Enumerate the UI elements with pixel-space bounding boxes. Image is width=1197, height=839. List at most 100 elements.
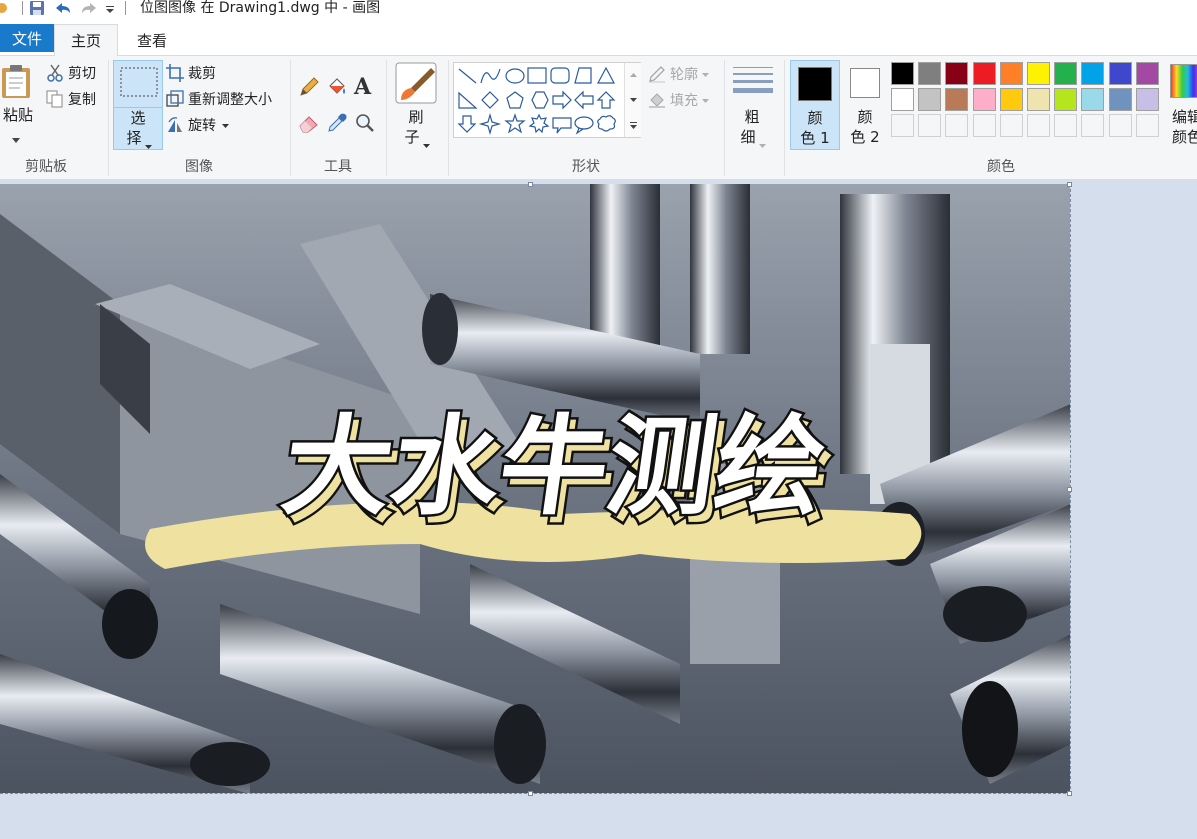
- group-divider: [724, 60, 725, 176]
- colors-group-label: 颜色: [987, 159, 1015, 175]
- app-icon[interactable]: [0, 1, 10, 15]
- text-icon[interactable]: A: [354, 74, 371, 100]
- palette-custom-slot[interactable]: [891, 114, 914, 137]
- canvas-resize-handle-top[interactable]: [528, 182, 533, 187]
- tools-group-label: 工具: [324, 159, 352, 175]
- outline-button[interactable]: 轮廓: [648, 64, 709, 84]
- title-bar: 位图图像 在 Drawing1.dwg 中 - 画图: [0, 0, 1197, 20]
- size-button[interactable]: 粗 细: [730, 60, 776, 152]
- pencil-icon[interactable]: [298, 76, 320, 102]
- group-divider: [386, 60, 387, 176]
- palette-swatch[interactable]: [1108, 88, 1132, 111]
- crop-button[interactable]: 裁剪: [166, 63, 216, 83]
- palette-swatch[interactable]: [918, 88, 942, 111]
- palette-custom-slot[interactable]: [1135, 114, 1159, 137]
- select-button[interactable]: 选 择: [113, 60, 163, 150]
- eraser-icon[interactable]: [298, 112, 320, 138]
- outline-pencil-icon: [648, 65, 666, 83]
- tab-view[interactable]: 查看: [126, 24, 178, 57]
- palette-custom-slot[interactable]: [972, 114, 996, 137]
- drawing-canvas[interactable]: 大水牛测绘 大水牛测绘: [0, 184, 1071, 794]
- chevron-down-icon: [702, 92, 709, 108]
- canvas-resize-handle-top-right[interactable]: [1067, 182, 1072, 187]
- save-icon[interactable]: [29, 0, 47, 16]
- color1-button[interactable]: 颜 色 1: [790, 60, 840, 150]
- shapes-group-label: 形状: [572, 159, 600, 175]
- palette-custom-slot[interactable]: [945, 114, 969, 137]
- separator: [22, 1, 23, 15]
- chevron-down-icon: [222, 117, 229, 133]
- redo-icon[interactable]: [79, 0, 101, 16]
- color2-button[interactable]: 颜 色 2: [842, 60, 888, 150]
- clipboard-group-label: 剪贴板: [25, 159, 67, 175]
- edit-colors-label-line1: 编辑: [1172, 108, 1197, 126]
- group-divider: [784, 60, 785, 176]
- edit-colors-button[interactable]: 编辑 颜色: [1166, 60, 1197, 150]
- palette-swatch[interactable]: [1027, 62, 1050, 85]
- canvas-image: 大水牛测绘 大水牛测绘: [0, 184, 1070, 793]
- palette-custom-slot[interactable]: [1108, 114, 1132, 137]
- tab-file[interactable]: 文件: [0, 24, 54, 52]
- canvas-resize-handle-right[interactable]: [1067, 487, 1072, 492]
- canvas-headline: 大水牛测绘: [275, 403, 833, 529]
- rotate-icon: [166, 116, 184, 134]
- chevron-down-icon: [145, 138, 152, 154]
- color-picker-icon[interactable]: [326, 112, 348, 138]
- fill-bucket-icon[interactable]: [326, 76, 348, 102]
- shapes-gallery[interactable]: [453, 62, 641, 138]
- outline-label: 轮廓: [670, 67, 698, 83]
- palette-swatch[interactable]: [972, 62, 996, 85]
- palette-swatch[interactable]: [1135, 88, 1159, 111]
- palette-swatch[interactable]: [1027, 88, 1050, 111]
- color1-label-line2: 色 1: [800, 129, 830, 147]
- resize-label: 重新调整大小: [188, 92, 272, 108]
- palette-custom-slot[interactable]: [999, 114, 1023, 137]
- palette-custom-slot[interactable]: [1081, 114, 1105, 137]
- select-rectangle-icon: [120, 67, 158, 101]
- paste-button[interactable]: 粘贴: [0, 58, 38, 148]
- resize-button[interactable]: 重新调整大小: [166, 89, 272, 109]
- palette-swatch[interactable]: [1054, 62, 1078, 85]
- shapes-scrollbar[interactable]: [624, 63, 641, 137]
- copy-icon: [46, 90, 64, 108]
- brushes-button[interactable]: 刷 子: [392, 60, 442, 152]
- fill-icon: [648, 91, 666, 109]
- magnifier-icon[interactable]: [354, 112, 376, 138]
- cut-button[interactable]: 剪切: [46, 63, 96, 83]
- palette-custom-slot[interactable]: [1054, 114, 1078, 137]
- palette-swatch[interactable]: [1081, 62, 1105, 85]
- canvas-resize-handle-bottom-right[interactable]: [1067, 791, 1072, 796]
- palette-swatch[interactable]: [999, 88, 1023, 111]
- palette-custom-slot[interactable]: [918, 114, 942, 137]
- undo-icon[interactable]: [53, 0, 77, 16]
- palette-swatch[interactable]: [891, 88, 914, 111]
- palette-swatch[interactable]: [999, 62, 1023, 85]
- palette-swatch[interactable]: [1054, 88, 1078, 111]
- crop-icon: [166, 64, 184, 82]
- fill-button[interactable]: 填充: [648, 90, 709, 110]
- tab-home[interactable]: 主页: [54, 24, 118, 57]
- palette-swatch[interactable]: [1135, 62, 1159, 85]
- palette-custom-slot[interactable]: [1027, 114, 1050, 137]
- group-divider: [448, 60, 449, 176]
- cut-label: 剪切: [68, 66, 96, 82]
- rotate-label: 旋转: [188, 118, 216, 134]
- fill-label: 填充: [670, 93, 698, 109]
- crop-label: 裁剪: [188, 66, 216, 82]
- copy-button[interactable]: 复制: [46, 89, 96, 109]
- palette-swatch[interactable]: [945, 88, 969, 111]
- ribbon-tabs: 文件 主页 查看: [0, 20, 1197, 57]
- palette-swatch[interactable]: [891, 62, 914, 85]
- chevron-down-icon: [423, 137, 430, 153]
- palette-swatch[interactable]: [972, 88, 996, 111]
- palette-swatch[interactable]: [1108, 62, 1132, 85]
- image-group-label: 图像: [185, 159, 213, 175]
- color2-label-line2: 色 2: [850, 128, 880, 146]
- rotate-button[interactable]: 旋转: [166, 115, 229, 135]
- shapes-gallery-icons: [457, 66, 616, 136]
- palette-swatch[interactable]: [945, 62, 969, 85]
- canvas-resize-handle-bottom[interactable]: [528, 791, 533, 796]
- palette-swatch[interactable]: [918, 62, 942, 85]
- palette-swatch[interactable]: [1081, 88, 1105, 111]
- customize-toolbar-icon[interactable]: [105, 0, 117, 16]
